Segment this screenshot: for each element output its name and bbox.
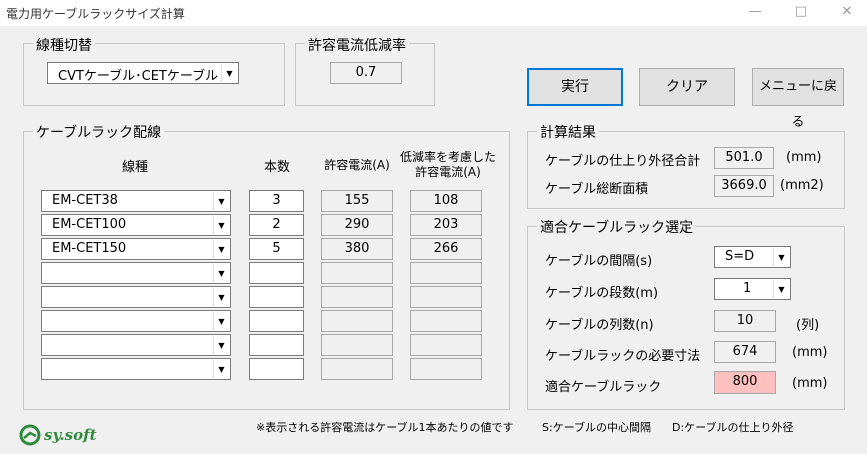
run-button[interactable]: 実行 bbox=[527, 68, 623, 106]
cable-count-input[interactable] bbox=[249, 286, 304, 308]
cable-count-input[interactable] bbox=[249, 262, 304, 284]
reduced-current-value: 203 bbox=[410, 214, 482, 236]
chevron-down-icon[interactable]: ▼ bbox=[213, 192, 229, 210]
total-area-label: ケーブル総断面積 bbox=[545, 182, 649, 197]
legend-d: D:ケーブルの仕上り外径 bbox=[672, 421, 794, 434]
cable-type-select[interactable]: EM-CET38 ▼ bbox=[41, 190, 231, 212]
reduction-group-label: 許容電流低減率 bbox=[305, 35, 409, 55]
required-size-value: 674 bbox=[714, 341, 776, 363]
allowable-current-value bbox=[321, 286, 393, 308]
cable-type-select[interactable]: ▼ bbox=[41, 286, 231, 308]
cable-type-select[interactable]: ▼ bbox=[41, 334, 231, 356]
reduction-value: 0.7 bbox=[330, 62, 402, 84]
outer-diameter-label: ケーブルの仕上り外径合計 bbox=[545, 154, 701, 169]
allowable-current-value bbox=[321, 358, 393, 380]
reduced-current-value bbox=[410, 334, 482, 356]
chevron-down-icon[interactable]: ▼ bbox=[773, 248, 789, 266]
outer-diameter-value: 501.0 bbox=[714, 147, 774, 169]
cable-type-select[interactable]: EM-CET150 ▼ bbox=[41, 238, 231, 260]
cable-type-select[interactable]: ▼ bbox=[41, 310, 231, 332]
reduced-current-value: 108 bbox=[410, 190, 482, 212]
chevron-down-icon[interactable]: ▼ bbox=[213, 288, 229, 306]
cable-count-input[interactable]: 5 bbox=[249, 238, 304, 260]
allowable-current-value bbox=[321, 310, 393, 332]
allowable-current-value: 290 bbox=[321, 214, 393, 236]
logo-icon bbox=[19, 424, 41, 446]
columns-label: ケーブルの列数(n) bbox=[545, 318, 654, 333]
rack-wiring-group-label: ケーブルラック配線 bbox=[33, 122, 165, 142]
cable-type-select[interactable]: ▼ bbox=[41, 262, 231, 284]
required-size-unit: (mm) bbox=[792, 345, 828, 360]
spacing-value: S=D bbox=[725, 249, 755, 264]
reduced-current-value bbox=[410, 358, 482, 380]
legend-s: S:ケーブルの中心間隔 bbox=[542, 421, 652, 434]
header-allowable: 許容電流(A) bbox=[324, 158, 390, 172]
header-type: 線種 bbox=[121, 160, 148, 175]
result-group-label: 計算結果 bbox=[537, 122, 599, 142]
outer-diameter-unit: (mm) bbox=[786, 150, 822, 165]
fit-rack-label: 適合ケーブルラック bbox=[545, 380, 662, 395]
allowable-current-value bbox=[321, 262, 393, 284]
allowable-current-value: 380 bbox=[321, 238, 393, 260]
cable-count-input[interactable] bbox=[249, 334, 304, 356]
reduced-current-value bbox=[410, 310, 482, 332]
spacing-select[interactable]: S=D ▼ bbox=[714, 246, 791, 268]
total-area-value: 3669.0 bbox=[714, 175, 774, 197]
cable-type-value: EM-CET38 bbox=[52, 193, 118, 208]
chevron-down-icon[interactable]: ▼ bbox=[213, 240, 229, 258]
cable-count-input[interactable]: 2 bbox=[249, 214, 304, 236]
total-area-unit: (mm2) bbox=[780, 178, 824, 193]
chevron-down-icon[interactable]: ▼ bbox=[221, 64, 237, 82]
allowable-current-value: 155 bbox=[321, 190, 393, 212]
allowable-current-value bbox=[321, 334, 393, 356]
cable-type-value: EM-CET100 bbox=[52, 217, 127, 232]
wire-type-value: CVTケーブル･CETケーブル bbox=[58, 69, 219, 84]
fit-rack-value: 800 bbox=[714, 371, 776, 394]
wire-type-group-label: 線種切替 bbox=[33, 35, 95, 55]
fit-rack-unit: (mm) bbox=[792, 376, 828, 391]
reduced-current-value: 266 bbox=[410, 238, 482, 260]
chevron-down-icon[interactable]: ▼ bbox=[213, 216, 229, 234]
columns-unit: (列) bbox=[796, 318, 820, 333]
cable-count-input[interactable] bbox=[249, 358, 304, 380]
window-title: 電力用ケーブルラックサイズ計算 bbox=[6, 7, 185, 21]
cable-count-input[interactable] bbox=[249, 310, 304, 332]
result-group bbox=[527, 131, 845, 209]
spacing-label: ケーブルの間隔(s) bbox=[545, 254, 653, 269]
menu-button[interactable]: メニューに戻る bbox=[752, 68, 844, 130]
minimize-button[interactable]: — bbox=[742, 2, 768, 22]
tiers-value: 1 bbox=[743, 281, 752, 296]
header-reduced-line2: 許容電流(A) bbox=[415, 165, 481, 179]
chevron-down-icon[interactable]: ▼ bbox=[213, 312, 229, 330]
chevron-down-icon[interactable]: ▼ bbox=[213, 336, 229, 354]
wire-type-select[interactable]: CVTケーブル･CETケーブル ▼ bbox=[47, 62, 239, 84]
header-count: 本数 bbox=[263, 160, 290, 175]
chevron-down-icon[interactable]: ▼ bbox=[213, 360, 229, 378]
columns-value: 10 bbox=[714, 310, 776, 332]
clear-button[interactable]: クリア bbox=[639, 68, 735, 106]
cable-count-input[interactable]: 3 bbox=[249, 190, 304, 212]
tiers-select[interactable]: 1 ▼ bbox=[714, 278, 791, 300]
tiers-label: ケーブルの段数(m) bbox=[545, 286, 659, 301]
reduced-current-value bbox=[410, 262, 482, 284]
chevron-down-icon[interactable]: ▼ bbox=[213, 264, 229, 282]
chevron-down-icon[interactable]: ▼ bbox=[773, 280, 789, 298]
rack-select-group-label: 適合ケーブルラック選定 bbox=[537, 217, 697, 237]
logo-text: sy.soft bbox=[44, 426, 97, 444]
required-size-label: ケーブルラックの必要寸法 bbox=[545, 349, 701, 364]
cable-type-select[interactable]: EM-CET100 ▼ bbox=[41, 214, 231, 236]
footer-note: ※表示される許容電流はケーブル1本あたりの値です bbox=[256, 421, 514, 434]
close-button[interactable]: ✕ bbox=[834, 2, 860, 22]
maximize-button[interactable]: □ bbox=[788, 2, 814, 22]
reduced-current-value bbox=[410, 286, 482, 308]
cable-type-value: EM-CET150 bbox=[52, 241, 127, 256]
cable-type-select[interactable]: ▼ bbox=[41, 358, 231, 380]
